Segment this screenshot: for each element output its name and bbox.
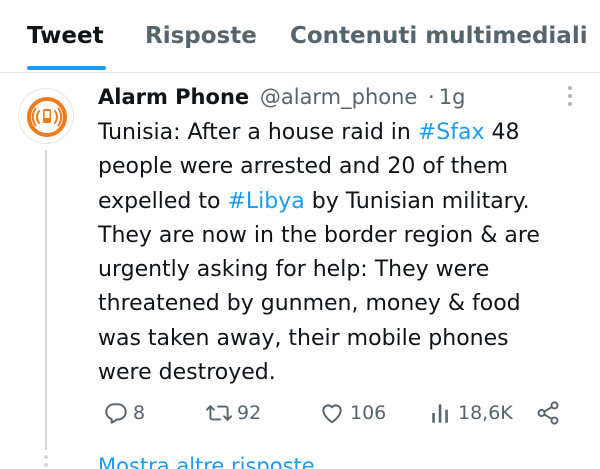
retweet-icon <box>205 405 233 421</box>
views-chart-icon <box>432 404 448 423</box>
show-more-replies-link[interactable]: Mostra altre risposte <box>98 452 315 469</box>
header-separator: · <box>428 85 435 109</box>
tweet-text-line: Tunisia: After a house raid in #Sfax 48 <box>98 116 568 150</box>
tab-tweet[interactable]: Tweet <box>27 20 104 52</box>
share-icon <box>537 401 559 425</box>
tweet-text-line: threatened by gunmen, money & food <box>98 287 568 321</box>
text-segment: were destroyed. <box>98 360 276 386</box>
text-segment: They are now in the border region & are <box>98 222 540 248</box>
retweet-count: 92 <box>237 402 262 424</box>
text-segment: 48 <box>484 120 520 145</box>
like-count: 106 <box>350 402 387 424</box>
tweet-text-line: They are now in the border region & are <box>98 219 568 253</box>
thread-dot <box>44 463 48 467</box>
avatar[interactable] <box>18 88 74 144</box>
hashtag-libya[interactable]: #Libya <box>227 189 304 214</box>
text-segment: Tunisia: After a house raid in <box>98 120 418 145</box>
reply-button[interactable]: 8 <box>103 396 145 430</box>
tweet-text-line: expelled to #Libya by Tunisian military. <box>98 185 568 219</box>
tweet-actions: 8 92 106 18,6K <box>0 396 600 430</box>
tweet-text: Tunisia: After a house raid in #Sfax 48 … <box>98 116 568 390</box>
text-segment: threatened by gunmen, money & food <box>98 291 521 317</box>
tab-replies[interactable]: Risposte <box>145 20 257 52</box>
like-button[interactable]: 106 <box>318 396 386 430</box>
tab-bar: Tweet Risposte Contenuti multimediali <box>0 0 600 73</box>
text-segment: people were arrested and 20 of them <box>98 154 509 180</box>
tab-media[interactable]: Contenuti multimediali <box>290 20 588 52</box>
more-vertical-icon[interactable] <box>565 86 575 110</box>
active-tab-indicator <box>27 66 106 70</box>
tweet-text-line: were destroyed. <box>98 356 568 390</box>
author-handle[interactable]: @alarm_phone <box>260 85 418 109</box>
tweet-text-line: urgently asking for help: They were <box>98 253 568 287</box>
text-segment: was taken away, their mobile phones <box>98 325 509 351</box>
views-count: 18,6K <box>458 402 513 424</box>
author-name[interactable]: Alarm Phone <box>98 85 249 109</box>
heart-icon <box>322 404 342 424</box>
retweet-button[interactable]: 92 <box>205 396 261 430</box>
tweet-text-line: was taken away, their mobile phones <box>98 322 568 356</box>
thread-dot <box>44 455 48 459</box>
tweet-header: Alarm Phone @alarm_phone · 1g <box>98 82 465 112</box>
tweet-page: Tweet Risposte Contenuti multimediali Al… <box>0 0 600 469</box>
share-button[interactable] <box>535 396 561 430</box>
reply-icon <box>105 403 127 424</box>
tweet-text-line: people were arrested and 20 of them <box>98 150 568 184</box>
text-segment: expelled to <box>98 188 228 214</box>
reply-count: 8 <box>133 402 146 424</box>
hashtag-sfax[interactable]: #Sfax <box>418 120 485 145</box>
alarm-phone-logo-icon <box>27 97 67 137</box>
tweet-time[interactable]: 1g <box>439 85 466 109</box>
views-button[interactable]: 18,6K <box>430 396 513 430</box>
text-segment: by Tunisian military. <box>304 188 530 214</box>
text-segment: urgently asking for help: They were <box>98 257 490 283</box>
